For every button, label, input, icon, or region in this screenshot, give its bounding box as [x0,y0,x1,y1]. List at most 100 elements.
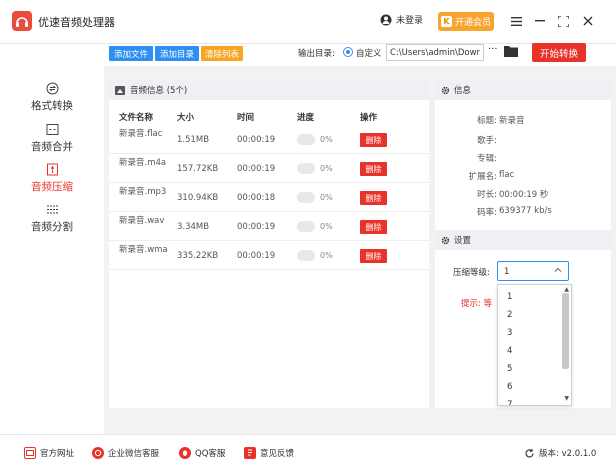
compress-level-dropdown[interactable]: 1 2 3 4 5 6 7 ▲ ▼ [497,284,572,406]
feedback-label: 意见反馈 [260,449,295,459]
select-value: 1 [504,267,510,277]
file-duration: 00:00:19 [237,135,276,145]
format-convert-icon [45,81,59,95]
title-bar: 优速音频处理器 未登录 K 开通会员 [0,0,616,44]
sidebar-item-split[interactable]: 音频分割 [0,202,104,242]
delete-button[interactable]: 删除 [360,191,387,205]
qq-support-link[interactable]: QQ客服 [179,447,225,459]
website-label: 官方网址 [40,449,75,459]
info-key: 标题: [477,116,497,126]
qq-icon [179,447,191,459]
add-file-button[interactable]: 添加文件 [109,46,153,61]
info-key: 扩展名: [468,172,497,182]
table-row[interactable]: 新录音.m4a 157.72KB 00:00:19 0% 删除 [109,155,429,183]
login-link[interactable]: 未登录 [380,13,423,26]
sidebar-item-compress[interactable]: 音频压缩 [0,162,104,202]
column-header-name: 文件名称 [119,113,154,123]
progress-percent: 0% [320,164,333,173]
gear-icon [441,236,450,244]
start-convert-button[interactable]: 开始转换 [532,43,586,62]
file-name: 新录音.wav [119,216,165,226]
info-value: 新录音 [499,116,525,126]
wechat-icon [92,447,104,459]
table-row[interactable]: 新录音.mp3 310.94KB 00:00:18 0% 删除 [109,184,429,212]
wechat-support-link[interactable]: 企业微信客服 [92,447,159,459]
info-key: 时长: [477,190,497,200]
wechat-label: 企业微信客服 [108,449,160,459]
info-key: 码率: [477,208,497,218]
scroll-up-icon[interactable]: ▲ [564,286,569,293]
dropdown-option[interactable]: 3 [507,328,512,338]
sidebar-item-label: 音频压缩 [31,181,73,193]
delete-button[interactable]: 删除 [360,162,387,176]
dropdown-option[interactable]: 2 [507,310,512,320]
table-row[interactable]: 新录音.flac 1.51MB 00:00:19 0% 删除 [109,126,429,154]
file-duration: 00:00:19 [237,222,276,232]
progress-percent: 0% [320,193,333,202]
merge-icon [45,122,59,136]
version-label: 版本: v2.0.1.0 [539,449,597,459]
info-header: 信息 [435,80,611,100]
hamburger-icon[interactable] [506,10,526,32]
table-row[interactable]: 新录音.wav 3.34MB 00:00:19 0% 删除 [109,213,429,241]
info-value: 00:00:19 秒 [499,190,549,200]
vip-label: 开通会员 [454,18,491,28]
more-button[interactable]: ··· [488,44,498,55]
output-path-input[interactable] [386,44,484,61]
dropdown-option[interactable]: 6 [507,382,512,392]
sidebar: 格式转换 音频合并 音频压缩 音频分割 [0,44,104,434]
feedback-icon [244,447,256,459]
file-duration: 00:00:19 [237,164,276,174]
scroll-down-icon[interactable]: ▼ [564,395,569,402]
progress-percent: 0% [320,251,333,260]
delete-button[interactable]: 删除 [360,249,387,263]
custom-radio[interactable] [343,47,353,57]
file-size: 3.34MB [177,222,210,232]
sidebar-item-label: 音频合并 [31,141,73,153]
refresh-icon [525,448,534,457]
file-name: 新录音.mp3 [119,187,167,197]
info-title: 信息 [454,86,472,96]
settings-title: 设置 [454,236,472,246]
feedback-link[interactable]: 意见反馈 [244,447,294,459]
file-size: 335.22KB [177,251,219,261]
compress-level-label: 压缩等级: [453,268,490,278]
file-size: 310.94KB [177,193,219,203]
sidebar-item-merge[interactable]: 音频合并 [0,122,104,162]
table-row[interactable]: 新录音.wma 335.22KB 00:00:19 0% 删除 [109,242,429,270]
vip-button[interactable]: K 开通会员 [438,12,494,31]
sidebar-item-format-convert[interactable]: 格式转换 [0,81,104,121]
close-icon[interactable] [578,10,598,32]
minimize-icon[interactable] [530,10,550,32]
version-info: 版本: v2.0.1.0 [524,447,596,459]
output-dir-label: 输出目录: [298,49,335,59]
column-header-action: 操作 [360,113,378,123]
file-duration: 00:00:19 [237,251,276,261]
file-panel-title: 音频信息 (5个) [130,86,188,96]
maximize-icon[interactable] [553,10,573,32]
website-link[interactable]: 官方网址 [24,447,74,459]
custom-radio-label: 自定义 [356,49,382,59]
clear-list-button[interactable]: 清除列表 [201,46,243,61]
image-icon [115,85,125,95]
file-panel-header: 音频信息 (5个) [109,80,429,100]
dropdown-option[interactable]: 4 [507,346,512,356]
sidebar-item-label: 格式转换 [31,100,73,112]
progress-bar [297,221,315,232]
dropdown-option[interactable]: 1 [507,292,512,302]
dropdown-scrollbar[interactable] [562,293,569,369]
footer: 官方网址 企业微信客服 QQ客服 意见反馈 版本: v2.0.1.0 [0,434,616,472]
delete-button[interactable]: 删除 [360,220,387,234]
add-folder-button[interactable]: 添加目录 [155,46,199,61]
column-header-time: 时间 [237,113,255,123]
file-name: 新录音.m4a [119,158,167,168]
folder-icon[interactable] [504,45,520,59]
info-key: 歌手: [477,136,497,146]
compress-level-select[interactable]: 1 [497,261,569,281]
dropdown-option[interactable]: 7 [507,400,512,405]
progress-bar [297,134,315,145]
file-duration: 00:00:18 [237,193,276,203]
chevron-up-icon [554,266,562,276]
dropdown-option[interactable]: 5 [507,364,512,374]
delete-button[interactable]: 删除 [360,133,387,147]
